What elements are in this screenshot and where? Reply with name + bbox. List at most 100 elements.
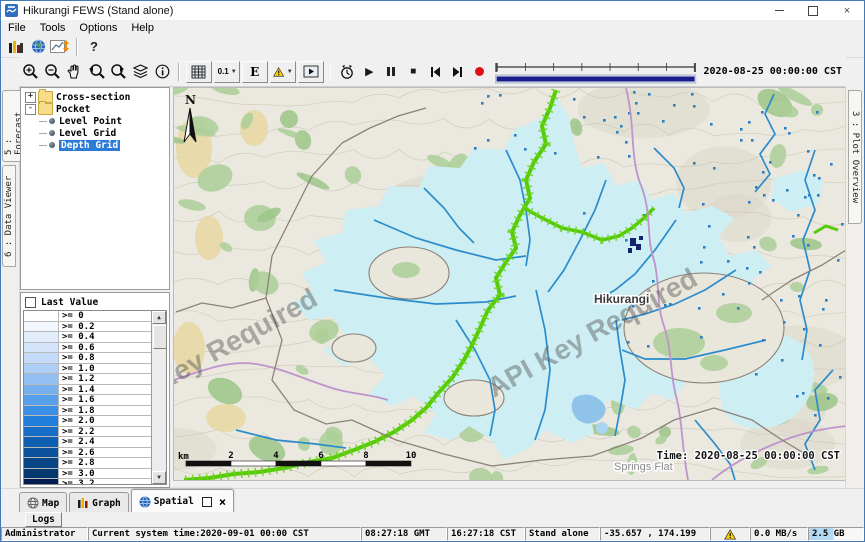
scroll-up-icon[interactable]: ▲ (152, 311, 166, 324)
close-button[interactable]: × (830, 1, 864, 20)
expand-icon[interactable]: + (25, 92, 36, 103)
info-icon[interactable] (152, 62, 172, 82)
restore-panel-icon[interactable] (202, 497, 212, 507)
status-user: Administrator (1, 527, 88, 541)
pause-button[interactable] (381, 62, 401, 82)
toolbar-separator (76, 38, 78, 56)
logs-button[interactable]: Logs (25, 512, 62, 527)
menu-file[interactable]: File (1, 22, 33, 34)
time-slider[interactable] (494, 60, 697, 84)
menu-help[interactable]: Help (124, 22, 161, 34)
layers-icon[interactable] (130, 62, 150, 82)
minimize-button[interactable] (762, 1, 796, 20)
thresholds-dropdown[interactable]: ▼ (270, 61, 296, 83)
zoom-out-icon[interactable] (42, 62, 62, 82)
close-panel-icon[interactable]: × (219, 497, 226, 507)
contour-value-dropdown[interactable]: 0.1 ▼ (214, 61, 240, 83)
filter-tree[interactable]: +Cross-section-PocketLevel PointLevel Gr… (20, 87, 170, 290)
tree-item-label: Level Point (59, 116, 122, 127)
status-memory: 2.5 GB (808, 527, 864, 541)
scale-tick-label: 2 (228, 451, 233, 461)
collapse-icon[interactable]: - (25, 104, 36, 115)
show-grid-button[interactable] (186, 61, 212, 83)
folder-icon (38, 103, 53, 115)
tab-label: Map (42, 498, 59, 509)
tab-data-viewer[interactable]: 6 : Data Viewer (2, 165, 16, 267)
legend-row: >= 3.0 (24, 469, 151, 480)
play-button[interactable]: ▶ (359, 62, 379, 82)
left-tab-strip: 5 : Forecast 6 : Data Viewer (1, 87, 20, 488)
legend-color-swatch (24, 385, 59, 395)
legend-color-swatch (24, 427, 59, 437)
labels-button[interactable]: E (242, 61, 268, 83)
tree-item-pocket[interactable]: -Pocket (21, 103, 169, 115)
scale-tick-label: 4 (273, 451, 279, 461)
legend-row: >= 1.2 (24, 374, 151, 385)
status-warning-icon[interactable] (710, 527, 750, 541)
legend-class-label: >= 2.0 (59, 416, 151, 426)
step-last-button[interactable] (447, 62, 467, 82)
globe-icon (139, 496, 151, 508)
legend-class-label: >= 1.4 (59, 385, 151, 395)
tab-spatial[interactable]: Spatial× (131, 489, 234, 513)
status-local-time: 16:27:18 CST (447, 527, 525, 541)
help-icon[interactable]: ? (84, 37, 104, 57)
legend-class-label: >= 2.6 (59, 448, 151, 458)
tree-item-level-grid[interactable]: Level Grid (21, 127, 169, 139)
status-bar: Administrator Current system time:2020-0… (1, 527, 864, 541)
last-value-label: Last Value (41, 297, 98, 308)
title-bar: Hikurangi FEWS (Stand alone) × (1, 1, 864, 21)
legend-color-swatch (24, 469, 59, 479)
legend-class-label: >= 0.2 (59, 322, 151, 332)
legend-color-swatch (24, 353, 59, 363)
scale-tick-label: 6 (318, 451, 323, 461)
legend-row: >= 0.8 (24, 353, 151, 364)
tree-item-depth-grid[interactable]: Depth Grid (21, 139, 169, 151)
legend-row: >= 0.4 (24, 332, 151, 343)
legend-color-swatch (24, 479, 59, 484)
legend-class-label: >= 1.8 (59, 406, 151, 416)
animation-settings-icon[interactable] (337, 62, 357, 82)
node-bullet-icon (49, 142, 55, 148)
map-view[interactable]: API Key Required API Key Required Hikura… (173, 87, 848, 481)
previous-zoom-icon[interactable] (86, 62, 106, 82)
globe-icon (27, 497, 39, 509)
legend-row: >= 2.2 (24, 427, 151, 438)
status-system-time: Current system time:2020-09-01 00:00 CST (88, 527, 361, 541)
step-first-button[interactable] (425, 62, 445, 82)
spatial-display-icon[interactable] (50, 37, 70, 57)
tree-connector (39, 133, 47, 134)
tab-map[interactable]: Map (19, 492, 67, 513)
next-zoom-icon[interactable] (108, 62, 128, 82)
maximize-button[interactable] (796, 1, 830, 20)
menu-tools[interactable]: Tools (33, 22, 73, 34)
logs-chart-icon[interactable] (6, 37, 26, 57)
legend-scrollbar[interactable]: ▲ ▼ (151, 311, 166, 484)
tree-connector (39, 145, 47, 146)
menu-options[interactable]: Options (72, 22, 124, 34)
pan-hand-icon[interactable] (64, 62, 84, 82)
legend-row: >= 1.4 (24, 385, 151, 396)
tab-plot-overview[interactable]: 3 : Plot Overview (848, 90, 862, 224)
menu-bar: FileToolsOptionsHelp (1, 20, 864, 37)
node-bullet-icon (49, 118, 55, 124)
tab-label: Graph (92, 498, 121, 509)
legend-color-swatch (24, 322, 59, 332)
open-display-button[interactable] (298, 61, 324, 83)
legend-class-label: >= 0.6 (59, 343, 151, 353)
globe-icon[interactable] (28, 37, 48, 57)
legend-row: >= 1.6 (24, 395, 151, 406)
stop-button[interactable]: ■ (403, 62, 423, 82)
record-button[interactable] (469, 62, 489, 82)
zoom-in-icon[interactable] (20, 62, 40, 82)
last-value-checkbox[interactable] (25, 297, 36, 308)
scroll-down-icon[interactable]: ▼ (152, 471, 166, 484)
tab-graph[interactable]: Graph (69, 492, 129, 513)
scrollbar-thumb[interactable] (153, 325, 167, 349)
legend-class-label: >= 0.4 (59, 332, 151, 342)
toolbar-separator (178, 63, 180, 81)
place-label-hikurangi: Hikurangi (594, 292, 649, 306)
legend-row: >= 2.6 (24, 448, 151, 459)
status-coordinates: -35.657 , 174.199 (600, 527, 710, 541)
tree-item-level-point[interactable]: Level Point (21, 115, 169, 127)
